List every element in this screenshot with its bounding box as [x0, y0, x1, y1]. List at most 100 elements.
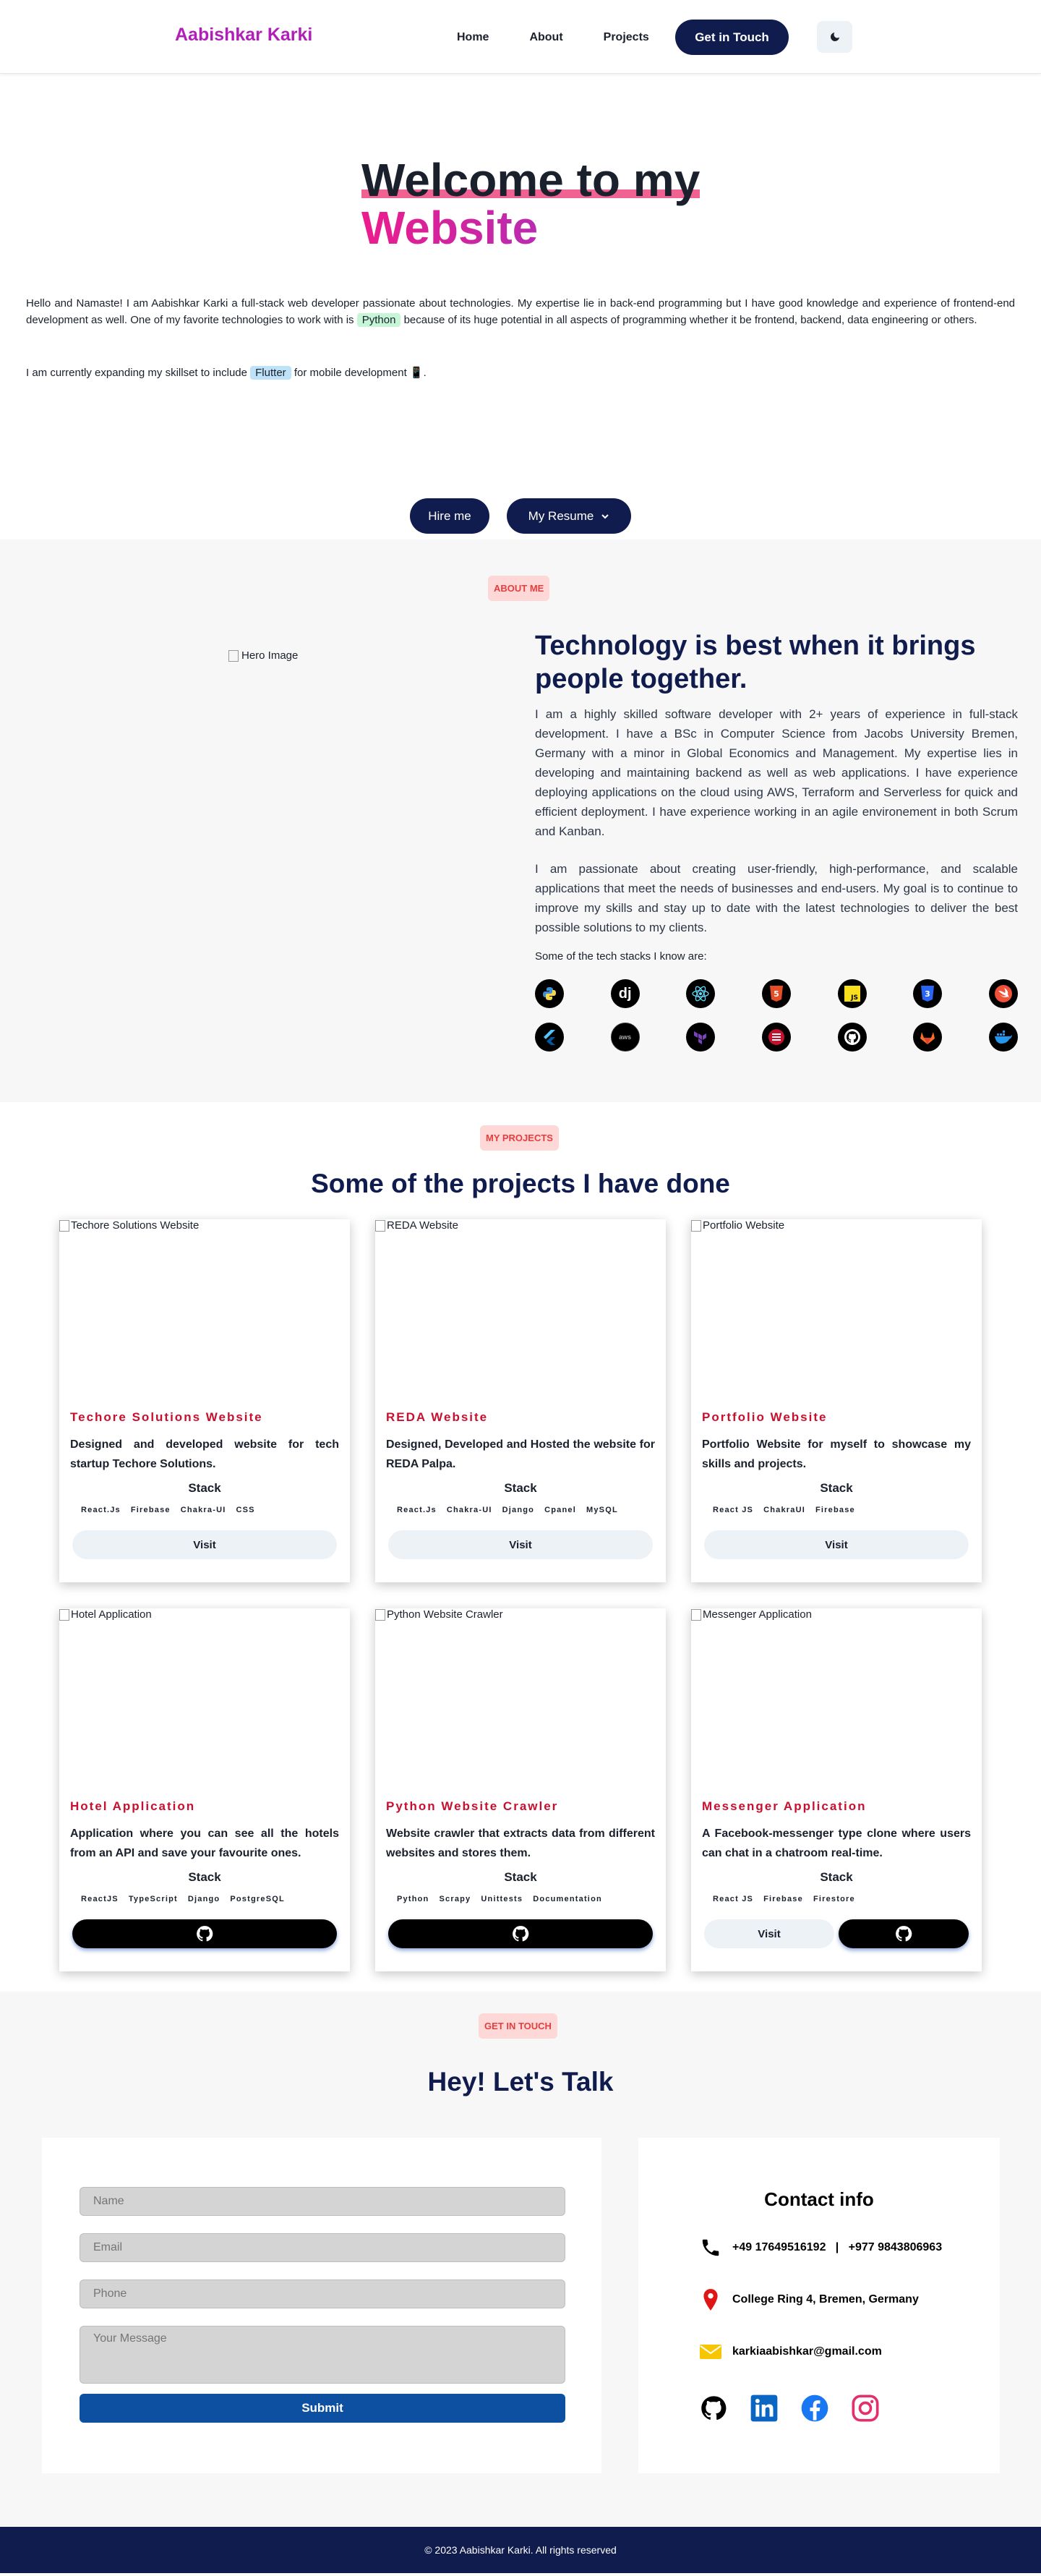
get-in-touch-button[interactable]: Get in Touch	[675, 20, 789, 55]
hero-learning-text-end: for mobile development 📱.	[291, 367, 427, 379]
project-image: Python Website Crawler	[375, 1608, 503, 1621]
project-title: Hotel Application	[70, 1799, 196, 1813]
stack-tag: TypeScript	[128, 1895, 178, 1903]
hire-me-button[interactable]: Hire me	[410, 498, 489, 534]
python-chip: Python	[356, 313, 401, 327]
tech-stack-row-1: dj 5 JS 3	[535, 979, 1018, 1008]
nav-projects-link[interactable]: Projects	[604, 31, 649, 44]
stack-tag: Firestore	[813, 1895, 855, 1903]
project-card: Hotel Application Hotel Application Appl…	[59, 1608, 350, 1971]
broken-image-icon	[59, 1608, 69, 1621]
phone-row: +49 17649516192 | +977 9843806963	[698, 2235, 942, 2261]
stack-tag: PostgreSQL	[230, 1895, 285, 1903]
nav-home-link[interactable]: Home	[457, 31, 489, 44]
broken-image-icon	[228, 649, 239, 662]
chevron-down-icon	[601, 513, 609, 519]
my-resume-label: My Resume	[528, 508, 594, 523]
project-title: REDA Website	[386, 1410, 489, 1424]
email-input[interactable]	[80, 2233, 565, 2262]
project-image: Portfolio Website	[691, 1219, 784, 1232]
projects-heading: Some of the projects I have done	[311, 1169, 730, 1198]
email-text[interactable]: karkiaabishkar@gmail.com	[732, 2345, 882, 2358]
submit-button[interactable]: Submit	[80, 2394, 565, 2423]
stack-tag: ReactJS	[81, 1895, 119, 1903]
contact-info-heading: Contact info	[764, 2188, 874, 2210]
visit-button[interactable]: Visit	[72, 1530, 337, 1559]
github-icon[interactable]	[698, 2392, 729, 2424]
project-stack-heading: Stack	[820, 1481, 853, 1495]
message-textarea[interactable]	[80, 2326, 565, 2384]
navbar: Aabishkar Karki Home About Projects Get …	[0, 0, 1041, 74]
project-stack-tags: React JS ChakraUI Firebase	[713, 1506, 855, 1514]
github-button[interactable]	[839, 1919, 969, 1948]
tech-stack-row-2: aws	[535, 1023, 1018, 1052]
instagram-icon[interactable]	[849, 2392, 881, 2424]
project-card: Messenger Application Messenger Applicat…	[691, 1608, 982, 1971]
broken-image-icon	[691, 1219, 701, 1232]
stack-tag: React JS	[713, 1895, 754, 1903]
gitlab-icon	[913, 1023, 943, 1052]
stack-tag: Firebase	[763, 1895, 803, 1903]
stack-tag: Documentation	[533, 1895, 602, 1903]
project-image-alt: Techore Solutions Website	[71, 1219, 200, 1232]
nav-about-link[interactable]: About	[529, 31, 562, 44]
terraform-icon	[686, 1023, 716, 1052]
project-stack-heading: Stack	[188, 1870, 221, 1884]
name-input[interactable]	[80, 2187, 565, 2216]
hero-intro-paragraph: Hello and Namaste! I am Aabishkar Karki …	[26, 295, 1015, 328]
github-icon	[837, 1023, 867, 1052]
project-card: Techore Solutions Website Techore Soluti…	[59, 1219, 350, 1582]
project-description: Website crawler that extracts data from …	[386, 1827, 655, 1859]
facebook-icon[interactable]	[799, 2392, 831, 2424]
copyright-text: © 2023 Aabishkar Karki. All rights reser…	[424, 2544, 617, 2556]
brand-logo[interactable]: Aabishkar Karki	[175, 25, 312, 46]
github-button[interactable]	[388, 1919, 653, 1948]
stack-tag: Chakra-UI	[180, 1506, 226, 1514]
visit-button[interactable]: Visit	[388, 1530, 653, 1559]
github-icon	[197, 1926, 213, 1942]
broken-image-icon	[59, 1219, 69, 1232]
swift-icon	[988, 979, 1018, 1008]
stack-tag: Firebase	[130, 1506, 171, 1514]
project-image: Techore Solutions Website	[59, 1219, 199, 1232]
project-image-alt: Messenger Application	[703, 1608, 812, 1621]
project-image-alt: REDA Website	[387, 1219, 458, 1232]
project-image: REDA Website	[375, 1219, 458, 1232]
project-stack-heading: Stack	[504, 1481, 537, 1495]
my-projects-badge: MY PROJECTS	[480, 1125, 559, 1151]
email-row: karkiaabishkar@gmail.com	[698, 2339, 882, 2365]
hero-intro-text-end: because of its huge potential in all asp…	[400, 314, 977, 326]
github-icon	[896, 1926, 912, 1942]
about-heading: Technology is best when it brings people…	[535, 631, 976, 694]
github-button[interactable]	[72, 1919, 337, 1948]
python-icon	[535, 979, 564, 1008]
theme-toggle-button[interactable]	[817, 21, 852, 53]
project-title: Portfolio Website	[702, 1410, 828, 1424]
about-paragraph-1: I am a highly skilled software developer…	[535, 707, 1018, 838]
stack-tag: Python	[397, 1895, 429, 1903]
project-description: Portfolio Website for myself to showcase…	[702, 1438, 971, 1470]
html5-icon: 5	[761, 979, 791, 1008]
broken-image-icon	[375, 1608, 385, 1621]
project-card: Python Website Crawler Python Website Cr…	[375, 1608, 666, 1971]
phone-numbers[interactable]: +49 17649516192 | +977 9843806963	[732, 2241, 942, 2254]
project-image: Messenger Application	[691, 1608, 812, 1621]
contact-form: Submit	[42, 2138, 601, 2473]
broken-image-icon	[691, 1608, 701, 1621]
contact-heading: Hey! Let's Talk	[427, 2067, 614, 2097]
address-text: College Ring 4, Bremen, Germany	[732, 2293, 919, 2306]
visit-button[interactable]: Visit	[704, 1530, 969, 1559]
my-resume-button[interactable]: My Resume	[507, 498, 631, 534]
linkedin-icon[interactable]	[748, 2392, 780, 2424]
react-icon	[686, 979, 716, 1008]
project-description: Application where you can see all the ho…	[70, 1827, 339, 1859]
mail-icon	[698, 2339, 724, 2365]
stack-tag: React.Js	[397, 1506, 437, 1514]
project-stack-tags: React JS Firebase Firestore	[713, 1895, 855, 1903]
project-title: Techore Solutions Website	[70, 1410, 263, 1424]
about-me-badge: ABOUT ME	[488, 576, 550, 601]
phone-input[interactable]	[80, 2279, 565, 2308]
visit-button[interactable]: Visit	[704, 1919, 834, 1948]
project-stack-heading: Stack	[504, 1870, 537, 1884]
project-stack-heading: Stack	[820, 1870, 853, 1884]
